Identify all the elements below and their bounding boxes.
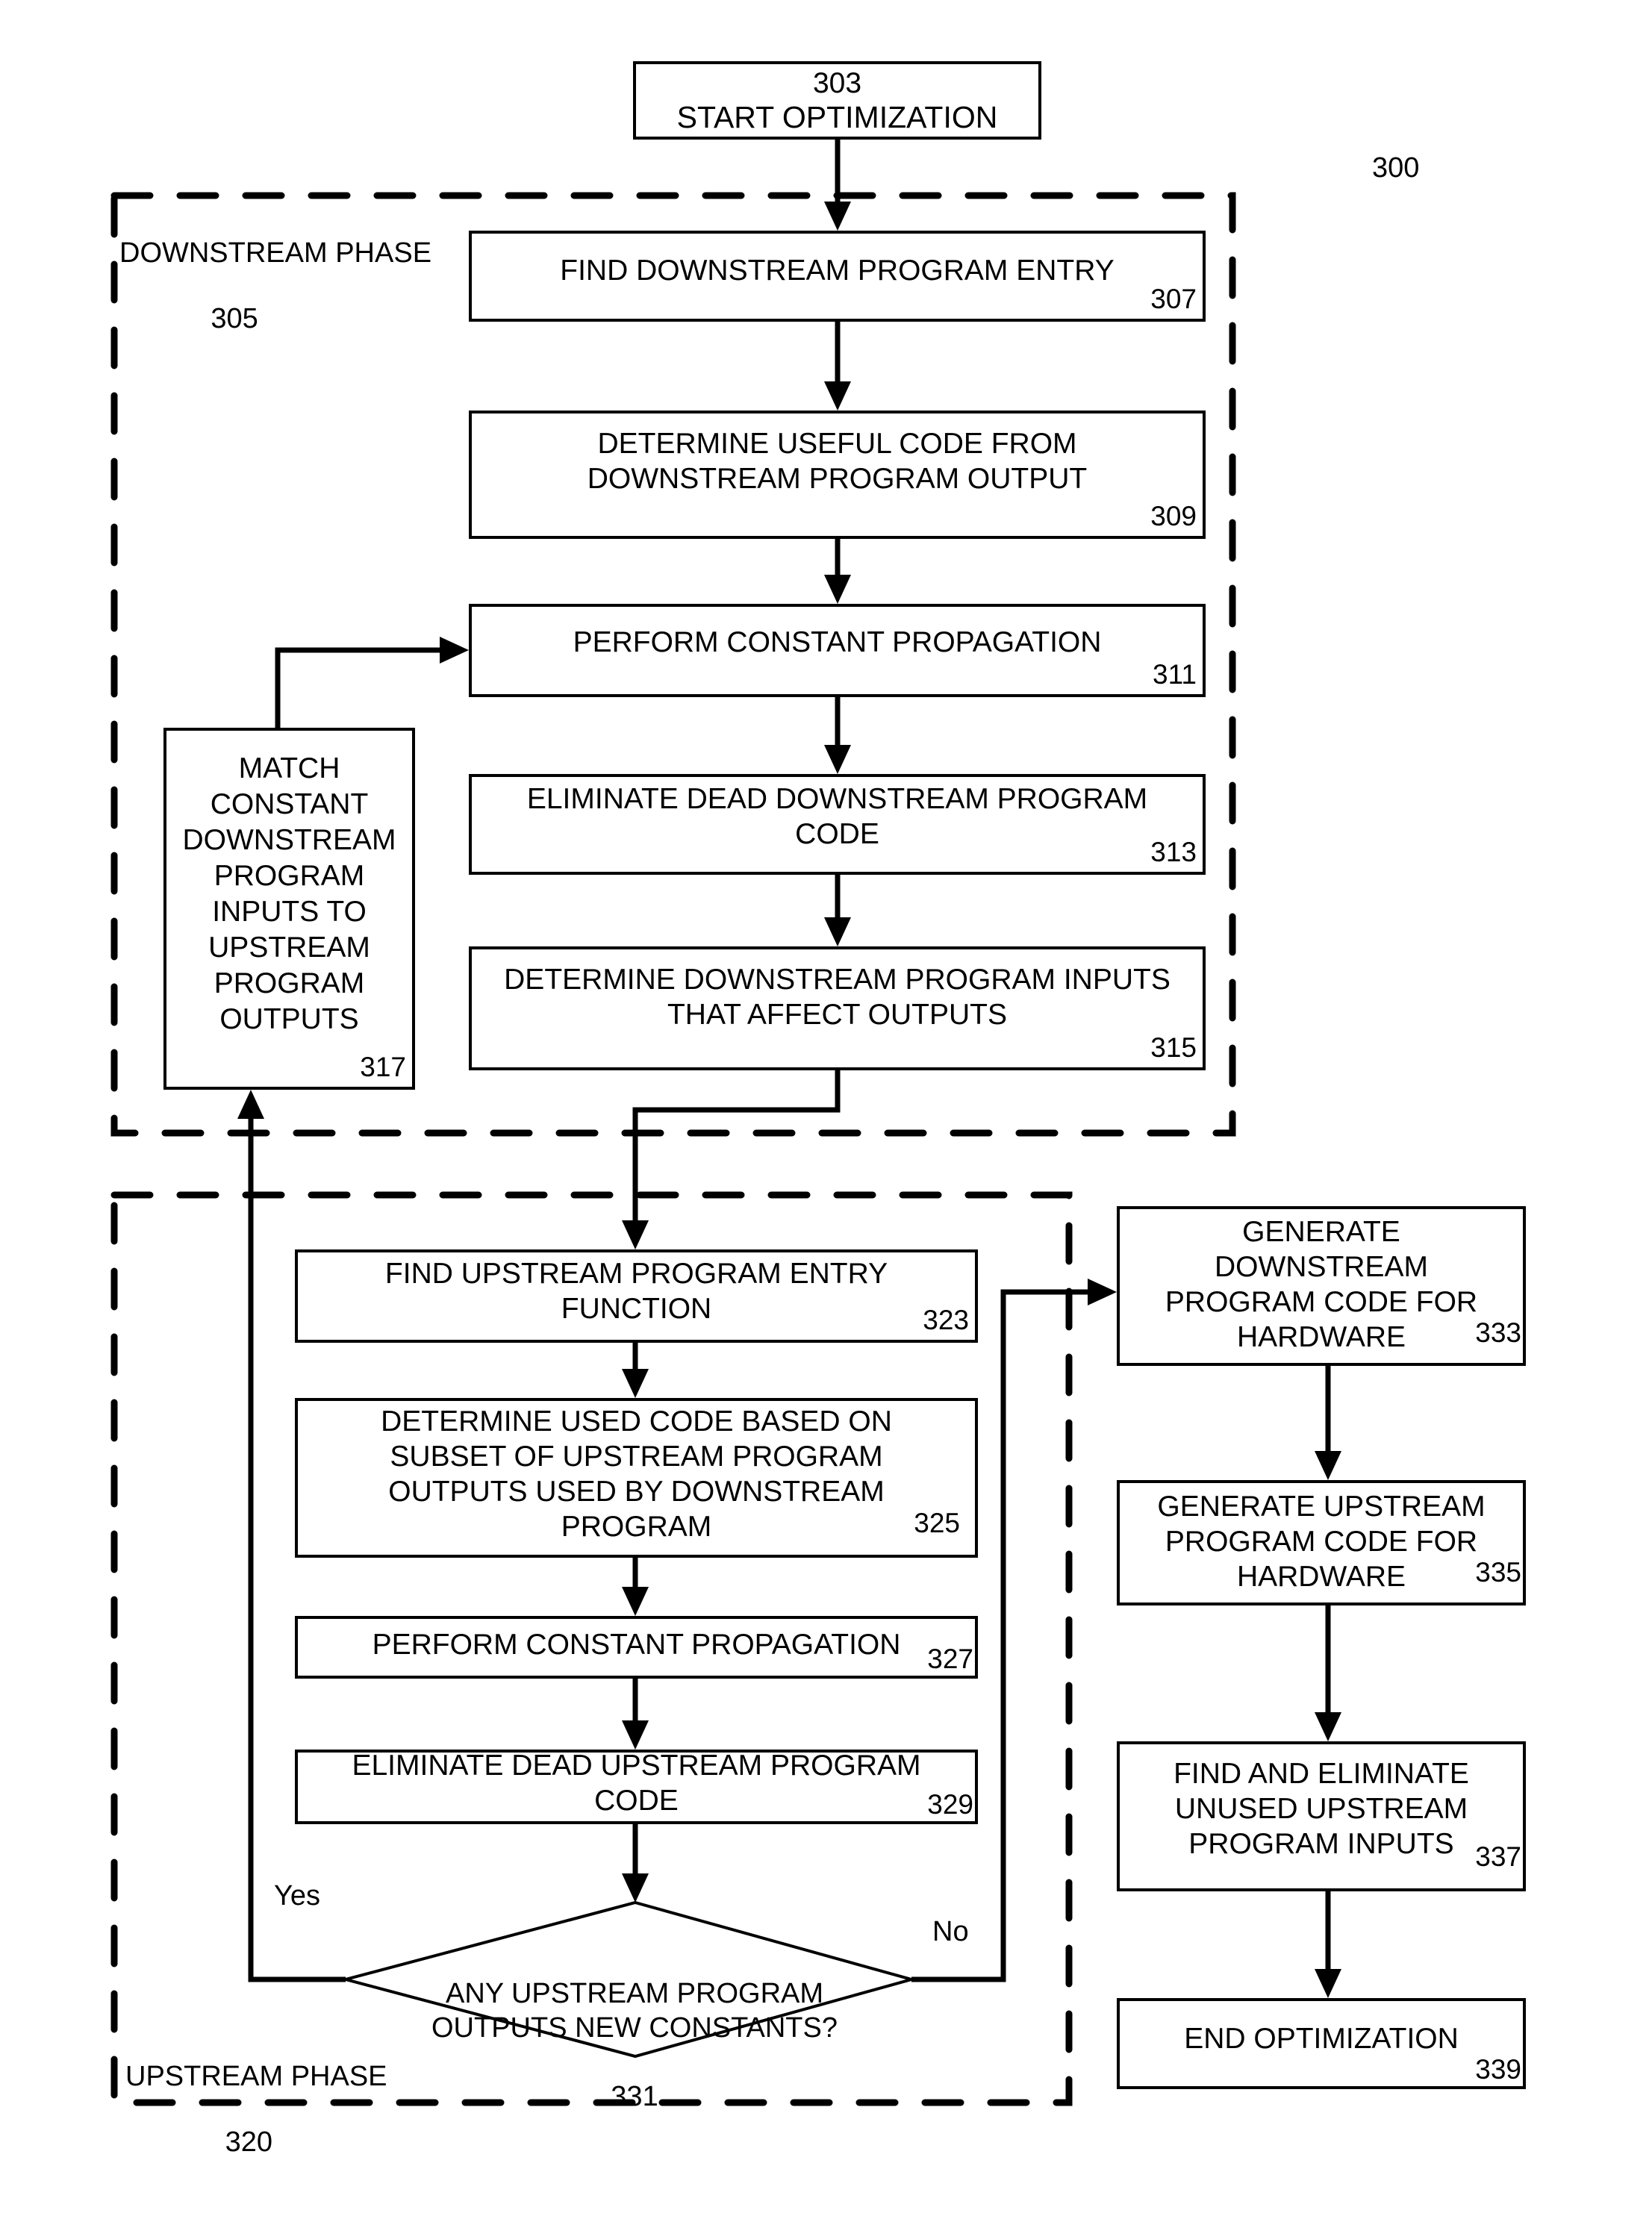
- step-box-311: PERFORM CONSTANT PROPAGATION 311: [469, 604, 1206, 697]
- phase-title: UPSTREAM PHASE: [125, 2061, 387, 2092]
- arrowhead-icon: [1315, 1712, 1341, 1741]
- arrowhead-icon: [824, 917, 851, 946]
- step-box-335: GENERATE UPSTREAM PROGRAM CODE FOR HARDW…: [1117, 1480, 1526, 1605]
- upstream-phase-label: UPSTREAM PHASE 320: [125, 2027, 387, 2191]
- step-label: GENERATE DOWNSTREAM PROGRAM CODE FOR HAR…: [1165, 1216, 1478, 1353]
- arrowhead-icon: [824, 575, 851, 604]
- arrowhead-icon: [824, 745, 851, 774]
- step-number: 303: [812, 66, 862, 99]
- arrowhead-icon: [824, 202, 851, 231]
- no-branch-label: No: [932, 1916, 969, 1947]
- step-number: 311: [1153, 659, 1197, 690]
- arrowhead-icon: [622, 1369, 649, 1398]
- phase-title: DOWNSTREAM PHASE: [119, 237, 432, 269]
- start-optimization-box: 303 START OPTIMIZATION: [633, 61, 1041, 140]
- step-number: 339: [1475, 2054, 1521, 2085]
- phase-number: 320: [225, 2126, 272, 2158]
- step-box-317: MATCH CONSTANT DOWNSTREAM PROGRAM INPUTS…: [163, 728, 415, 1090]
- step-number: 329: [927, 1789, 973, 1820]
- arrow-317-311: [275, 647, 443, 728]
- step-label: PERFORM CONSTANT PROPAGATION: [573, 626, 1102, 658]
- step-number: 327: [927, 1644, 973, 1674]
- step-number: 317: [360, 1052, 406, 1082]
- arrowhead-icon: [622, 1873, 649, 1903]
- step-label: PERFORM CONSTANT PROPAGATION: [372, 1628, 901, 1661]
- step-box-337: FIND AND ELIMINATE UNUSED UPSTREAM PROGR…: [1117, 1741, 1526, 1891]
- step-box-307: FIND DOWNSTREAM PROGRAM ENTRY 307: [469, 231, 1206, 322]
- decision-question: ANY UPSTREAM PROGRAM OUTPUTS NEW CONSTAN…: [431, 1978, 838, 2044]
- step-number: 323: [923, 1305, 969, 1335]
- step-box-333: GENERATE DOWNSTREAM PROGRAM CODE FOR HAR…: [1117, 1206, 1526, 1366]
- step-number: 335: [1475, 1557, 1521, 1588]
- step-label: ELIMINATE DEAD UPSTREAM PROGRAM CODE: [352, 1750, 921, 1817]
- step-label: MATCH CONSTANT DOWNSTREAM PROGRAM INPUTS…: [182, 752, 396, 1035]
- arrowhead-icon: [1088, 1279, 1117, 1305]
- step-label: GENERATE UPSTREAM PROGRAM CODE FOR HARDW…: [1157, 1490, 1486, 1593]
- step-label: START OPTIMIZATION: [676, 99, 998, 134]
- step-label: FIND DOWNSTREAM PROGRAM ENTRY: [560, 254, 1115, 287]
- step-box-327: PERFORM CONSTANT PROPAGATION 327: [295, 1616, 978, 1679]
- step-label: DETERMINE DOWNSTREAM PROGRAM INPUTS THAT…: [504, 964, 1171, 1031]
- arrow-315-323: [632, 1070, 841, 1223]
- step-number: 313: [1150, 837, 1197, 867]
- decision-number: 331: [611, 2081, 658, 2112]
- step-label: FIND AND ELIMINATE UNUSED UPSTREAM PROGR…: [1173, 1758, 1469, 1860]
- step-number: 333: [1475, 1317, 1521, 1348]
- arrowhead-icon: [237, 1090, 264, 1119]
- phase-number: 305: [211, 303, 258, 334]
- step-box-329: ELIMINATE DEAD UPSTREAM PROGRAM CODE 329: [295, 1750, 978, 1824]
- step-box-323: FIND UPSTREAM PROGRAM ENTRY FUNCTION 323: [295, 1249, 978, 1343]
- arrowhead-icon: [1315, 1969, 1341, 1998]
- step-number: 315: [1150, 1032, 1197, 1063]
- decision-331-text: ANY UPSTREAM PROGRAM OUTPUTS NEW CONSTAN…: [388, 1942, 881, 2148]
- arrowhead-icon: [824, 381, 851, 411]
- arrowhead-icon: [622, 1587, 649, 1616]
- step-label: ELIMINATE DEAD DOWNSTREAM PROGRAM CODE: [526, 782, 1148, 850]
- downstream-phase-label: DOWNSTREAM PHASE 305: [119, 204, 431, 368]
- yes-branch-label: Yes: [274, 1880, 320, 1912]
- arrowhead-icon: [622, 1720, 649, 1750]
- arrowhead-icon: [1315, 1451, 1341, 1480]
- step-number: 337: [1475, 1841, 1521, 1872]
- step-number: 325: [914, 1508, 960, 1538]
- step-box-339: END OPTIMIZATION 339: [1117, 1998, 1526, 2089]
- step-box-315: DETERMINE DOWNSTREAM PROGRAM INPUTS THAT…: [469, 946, 1206, 1070]
- step-box-325: DETERMINE USED CODE BASED ON SUBSET OF U…: [295, 1398, 978, 1558]
- step-label: END OPTIMIZATION: [1184, 2022, 1459, 2055]
- step-box-313: ELIMINATE DEAD DOWNSTREAM PROGRAM CODE 3…: [469, 774, 1206, 875]
- arrowhead-icon: [622, 1220, 649, 1249]
- step-label: DETERMINE USEFUL CODE FROM DOWNSTREAM PR…: [587, 428, 1088, 495]
- arrowhead-icon: [440, 637, 469, 664]
- step-box-309: DETERMINE USEFUL CODE FROM DOWNSTREAM PR…: [469, 411, 1206, 539]
- step-label: FIND UPSTREAM PROGRAM ENTRY FUNCTION: [384, 1257, 888, 1325]
- step-label: DETERMINE USED CODE BASED ON SUBSET OF U…: [381, 1405, 892, 1543]
- figure-ref-label: 300: [1372, 152, 1420, 184]
- step-number: 309: [1150, 501, 1197, 531]
- step-number: 307: [1150, 284, 1197, 314]
